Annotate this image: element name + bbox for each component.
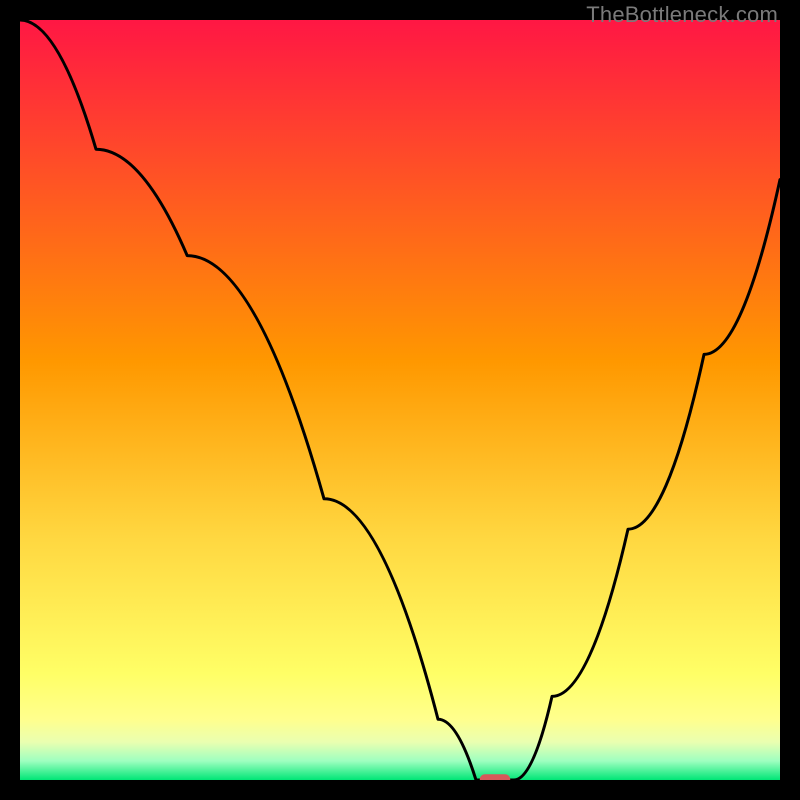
- chart-container: [20, 20, 780, 780]
- watermark-text: TheBottleneck.com: [586, 2, 778, 28]
- bottleneck-chart: [20, 20, 780, 780]
- optimal-marker: [480, 774, 510, 780]
- gradient-background: [20, 20, 780, 780]
